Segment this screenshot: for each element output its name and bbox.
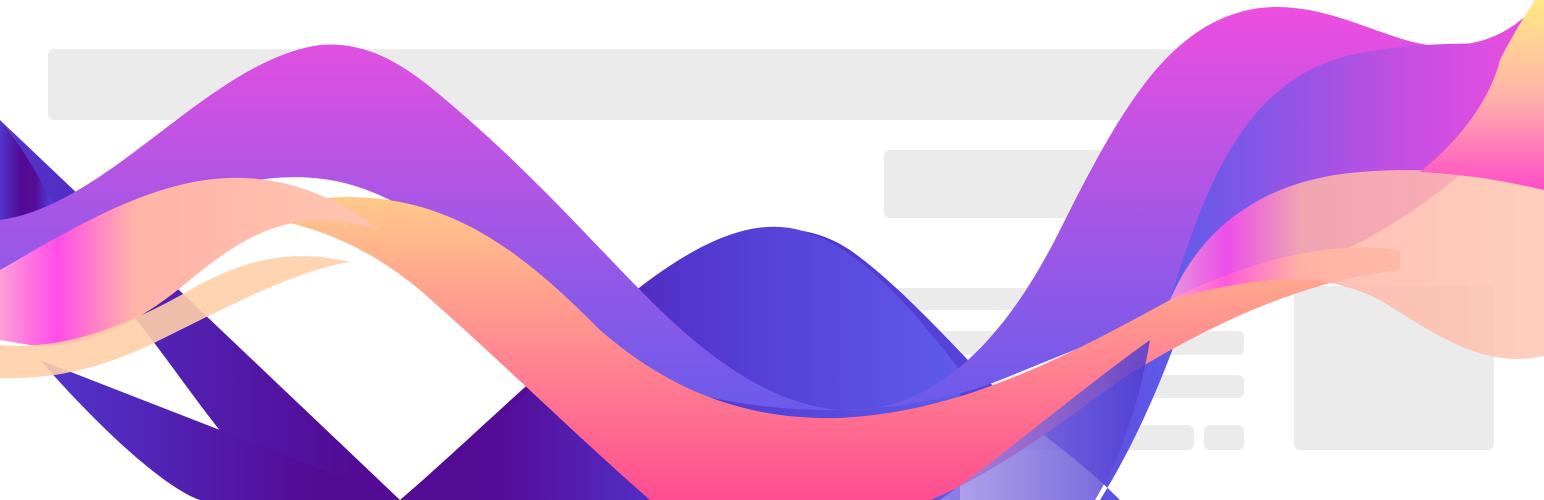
abstract-waves: [0, 0, 1544, 500]
wave-banner: [0, 0, 1544, 500]
